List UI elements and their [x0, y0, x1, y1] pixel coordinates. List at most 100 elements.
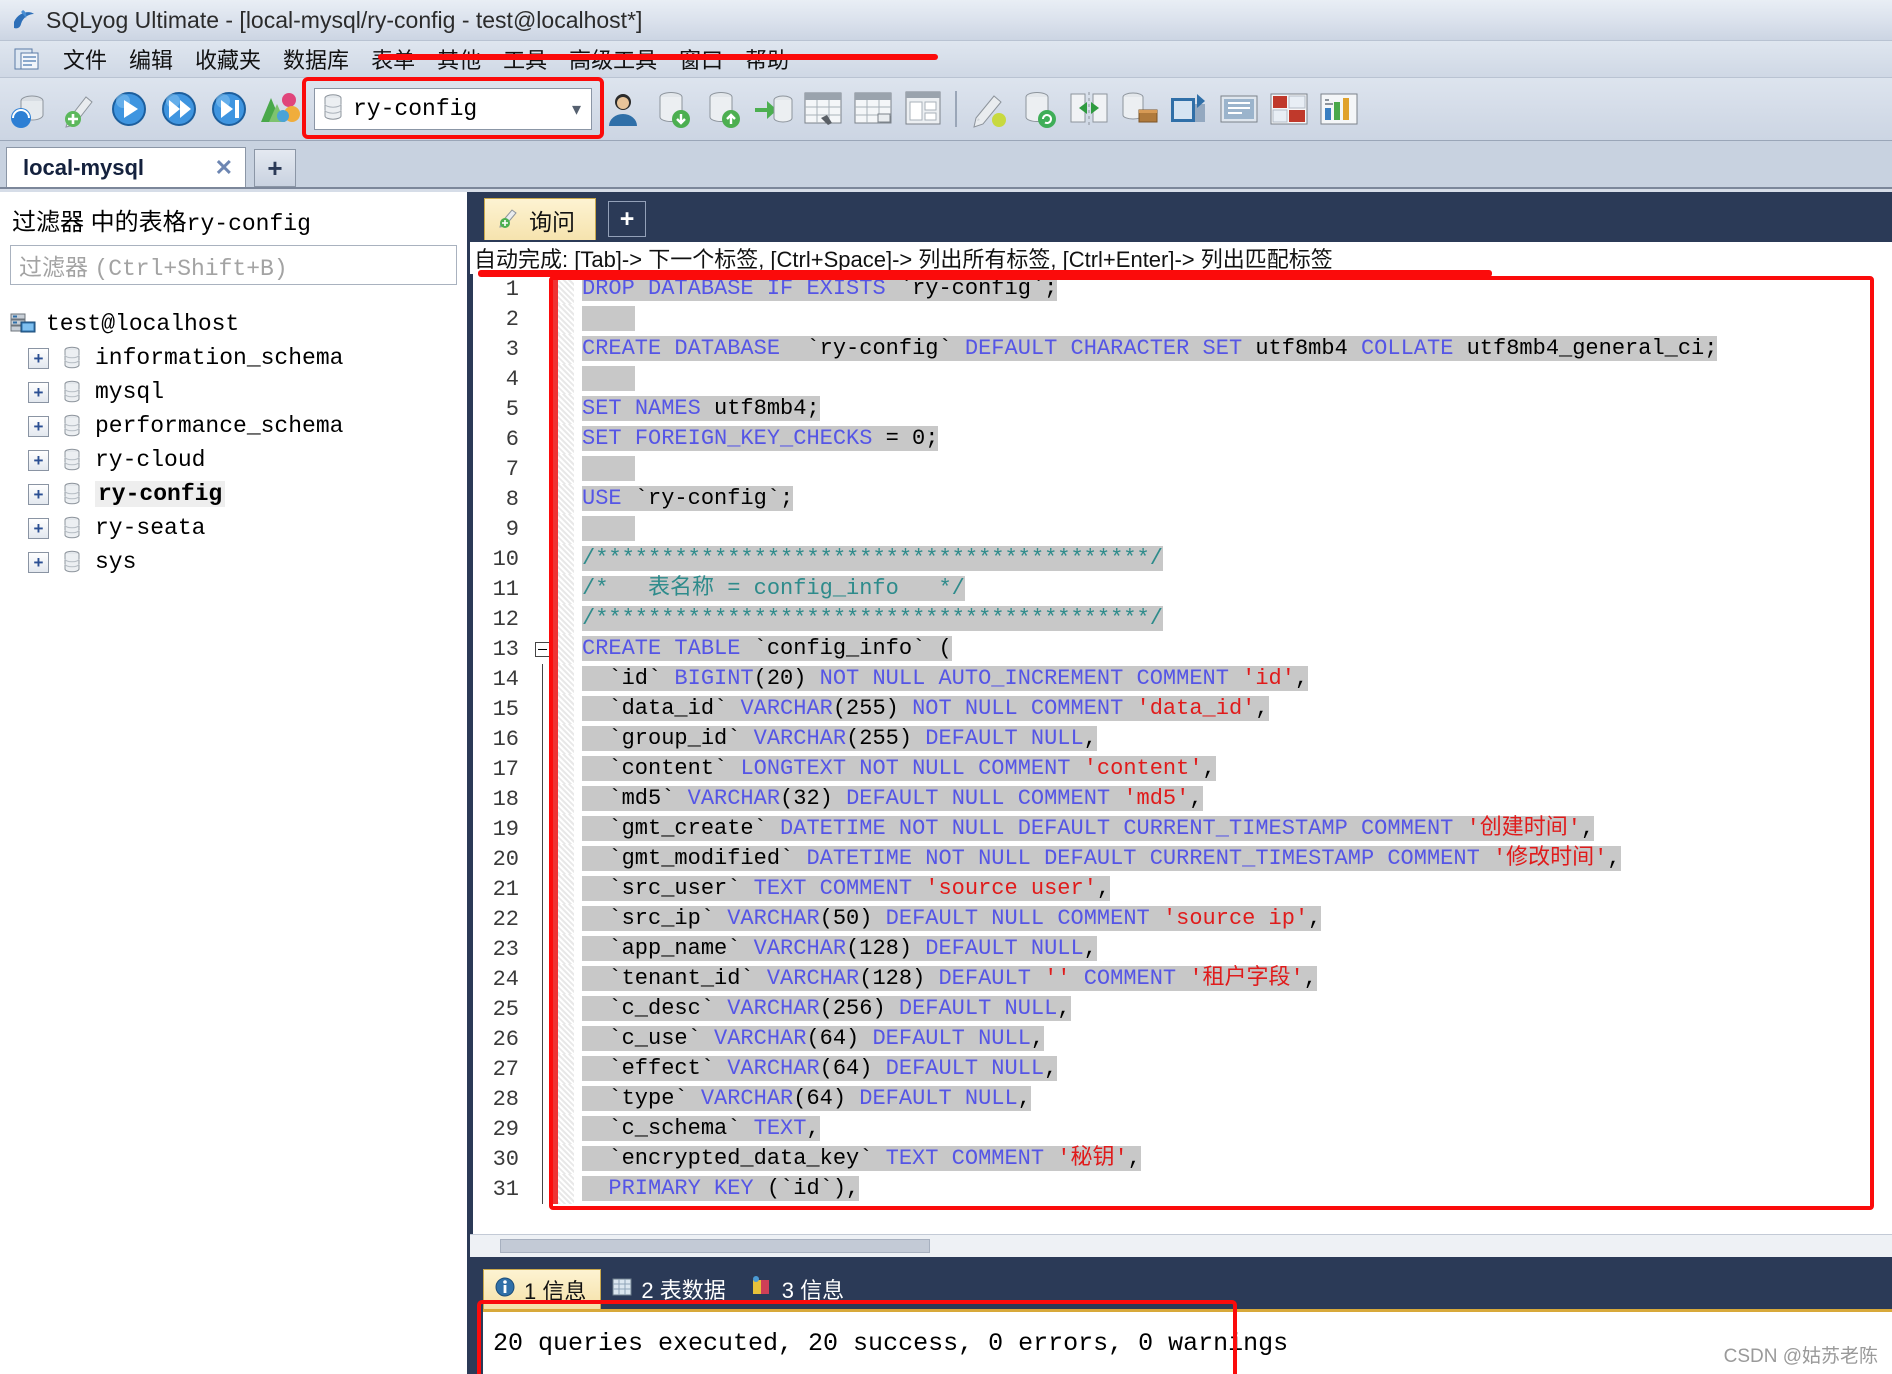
user-manager-icon[interactable] — [600, 85, 646, 133]
stop-query-icon[interactable] — [256, 85, 302, 133]
editor-horizontal-scrollbar[interactable] — [470, 1234, 1892, 1257]
code-line[interactable]: 13 CREATE TABLE `config_info` ( — [473, 634, 1892, 664]
tree-node-mysql[interactable]: + mysql — [10, 375, 467, 409]
sql-code-area[interactable]: 1 DROP DATABASE IF EXISTS `ry-config`; 2 3… — [473, 274, 1892, 1234]
execute-all-queries-icon[interactable] — [156, 85, 202, 133]
database-import-icon[interactable] — [650, 85, 696, 133]
code-line[interactable]: 30 `encrypted_data_key` TEXT COMMENT '秘钥… — [473, 1144, 1892, 1174]
schema-designer-icon[interactable] — [900, 85, 946, 133]
execute-query-icon[interactable] — [106, 85, 152, 133]
code-line[interactable]: 23 `app_name` VARCHAR(128) DEFAULT NULL, — [473, 934, 1892, 964]
tree-node-information_schema[interactable]: + information_schema — [10, 341, 467, 375]
sql-formatter-icon[interactable] — [966, 85, 1012, 133]
fold-marker — [531, 844, 553, 874]
menu-table[interactable]: 表单 — [360, 41, 426, 77]
menu-favorites[interactable]: 收藏夹 — [184, 41, 272, 77]
tree-node-sys[interactable]: + sys — [10, 545, 467, 579]
tree-node-performance_schema[interactable]: + performance_schema — [10, 409, 467, 443]
code-line[interactable]: 14 `id` BIGINT(20) NOT NULL AUTO_INCREME… — [473, 664, 1892, 694]
chevron-down-icon[interactable]: ▾ — [572, 99, 581, 120]
menu-database[interactable]: 数据库 — [272, 41, 360, 77]
close-icon[interactable]: ✕ — [189, 155, 233, 181]
database-export-icon[interactable] — [700, 85, 746, 133]
database-backup-icon[interactable] — [750, 85, 796, 133]
code-line[interactable]: 4 — [473, 364, 1892, 394]
code-line[interactable]: 28 `type` VARCHAR(64) DEFAULT NULL, — [473, 1084, 1892, 1114]
connection-tab-local-mysql[interactable]: local-mysql ✕ — [6, 147, 246, 187]
expander-icon[interactable]: + — [28, 381, 49, 403]
scrollbar-thumb[interactable] — [500, 1239, 930, 1253]
window-list-icon[interactable] — [10, 44, 44, 74]
code-line[interactable]: 21 `src_user` TEXT COMMENT 'source user'… — [473, 874, 1892, 904]
code-line[interactable]: 18 `md5` VARCHAR(32) DEFAULT NULL COMMEN… — [473, 784, 1892, 814]
result-tab-info[interactable]: 1 信息 — [483, 1269, 602, 1309]
result-tab-label: 3 信息 — [782, 1273, 844, 1305]
result-tab-messages[interactable]: 3 信息 — [739, 1269, 859, 1309]
menu-window[interactable]: 窗口 — [668, 41, 734, 77]
code-line[interactable]: 6 SET FOREIGN_KEY_CHECKS = 0; — [473, 424, 1892, 454]
expander-icon[interactable]: + — [28, 551, 49, 573]
tree-node-label: ry-seata — [95, 515, 206, 541]
code-line[interactable]: 12 /*************************************… — [473, 604, 1892, 634]
add-connection-tab-button[interactable]: + — [254, 149, 296, 187]
tree-node-host[interactable]: test@localhost — [10, 307, 467, 341]
menu-file[interactable]: 文件 — [52, 41, 118, 77]
code-line[interactable]: 2 — [473, 304, 1892, 334]
menu-advanced-tools[interactable]: 高级工具 — [558, 41, 668, 77]
execute-current-query-icon[interactable] — [206, 85, 252, 133]
new-connection-icon[interactable] — [6, 85, 52, 133]
migration-icon[interactable] — [1116, 85, 1162, 133]
tree-node-ry-seata[interactable]: + ry-seata — [10, 511, 467, 545]
code-line[interactable]: 15 `data_id` VARCHAR(255) NOT NULL COMME… — [473, 694, 1892, 724]
code-line[interactable]: 25 `c_desc` VARCHAR(256) DEFAULT NULL, — [473, 994, 1892, 1024]
table-structure-icon[interactable] — [850, 85, 896, 133]
result-tab-table-data[interactable]: 2 表数据 — [601, 1269, 740, 1309]
scheduled-backup-icon[interactable] — [1166, 85, 1212, 133]
code-line[interactable]: 22 `src_ip` VARCHAR(50) DEFAULT NULL COM… — [473, 904, 1892, 934]
sql-editor[interactable]: 1 DROP DATABASE IF EXISTS `ry-config`; 2 3… — [470, 274, 1892, 1234]
query-builder-icon[interactable] — [1216, 85, 1262, 133]
code-line[interactable]: 19 `gmt_create` DATETIME NOT NULL DEFAUL… — [473, 814, 1892, 844]
code-line[interactable]: 1 DROP DATABASE IF EXISTS `ry-config`; — [473, 274, 1892, 304]
expander-icon[interactable]: + — [28, 347, 49, 369]
menu-edit[interactable]: 编辑 — [118, 41, 184, 77]
code-line[interactable]: 3 CREATE DATABASE `ry-config` DEFAULT CHA… — [473, 334, 1892, 364]
menu-help[interactable]: 帮助 — [734, 41, 800, 77]
add-query-tab-button[interactable]: + — [608, 201, 646, 237]
menu-tools[interactable]: 工具 — [492, 41, 558, 77]
code-text: `type` VARCHAR(64) DEFAULT NULL, — [582, 1086, 1031, 1111]
code-line[interactable]: 17 `content` LONGTEXT NOT NULL COMMENT '… — [473, 754, 1892, 784]
database-icon — [59, 344, 85, 372]
table-data-icon[interactable] — [800, 85, 846, 133]
tree-node-ry-cloud[interactable]: + ry-cloud — [10, 443, 467, 477]
code-line[interactable]: 26 `c_use` VARCHAR(64) DEFAULT NULL, — [473, 1024, 1892, 1054]
result-tab-label: 2 表数据 — [641, 1273, 725, 1305]
code-line[interactable]: 16 `group_id` VARCHAR(255) DEFAULT NULL, — [473, 724, 1892, 754]
menu-other[interactable]: 其他 — [426, 41, 492, 77]
tree-node-ry-config[interactable]: + ry-config — [10, 477, 467, 511]
code-line[interactable]: 5 SET NAMES utf8mb4; — [473, 394, 1892, 424]
data-sync-icon[interactable] — [1066, 85, 1112, 133]
expander-icon[interactable]: + — [28, 415, 49, 437]
expander-icon[interactable]: + — [28, 483, 49, 505]
code-line[interactable]: 7 — [473, 454, 1892, 484]
database-sync-icon[interactable] — [1016, 85, 1062, 133]
code-line[interactable]: 27 `effect` VARCHAR(64) DEFAULT NULL, — [473, 1054, 1892, 1084]
code-line[interactable]: 10 /*************************************… — [473, 544, 1892, 574]
code-line[interactable]: 8 USE `ry-config`; — [473, 484, 1892, 514]
fold-marker[interactable] — [531, 641, 553, 657]
code-line[interactable]: 24 `tenant_id` VARCHAR(128) DEFAULT '' C… — [473, 964, 1892, 994]
chart-view-icon[interactable] — [1316, 85, 1362, 133]
code-line[interactable]: 9 — [473, 514, 1892, 544]
filter-input[interactable]: 过滤器 (Ctrl+Shift+B) — [10, 245, 457, 285]
grid-view-icon[interactable] — [1266, 85, 1312, 133]
code-line[interactable]: 11 /* 表名称 = config_info */ — [473, 574, 1892, 604]
query-tab[interactable]: 询问 — [484, 198, 596, 240]
code-line[interactable]: 29 `c_schema` TEXT, — [473, 1114, 1892, 1144]
expander-icon[interactable]: + — [28, 449, 49, 471]
database-selector[interactable]: ry-config ▾ — [314, 88, 592, 130]
new-query-tab-icon[interactable] — [56, 85, 102, 133]
expander-icon[interactable]: + — [28, 517, 49, 539]
code-line[interactable]: 31 PRIMARY KEY (`id`), — [473, 1174, 1892, 1204]
code-line[interactable]: 20 `gmt_modified` DATETIME NOT NULL DEFA… — [473, 844, 1892, 874]
